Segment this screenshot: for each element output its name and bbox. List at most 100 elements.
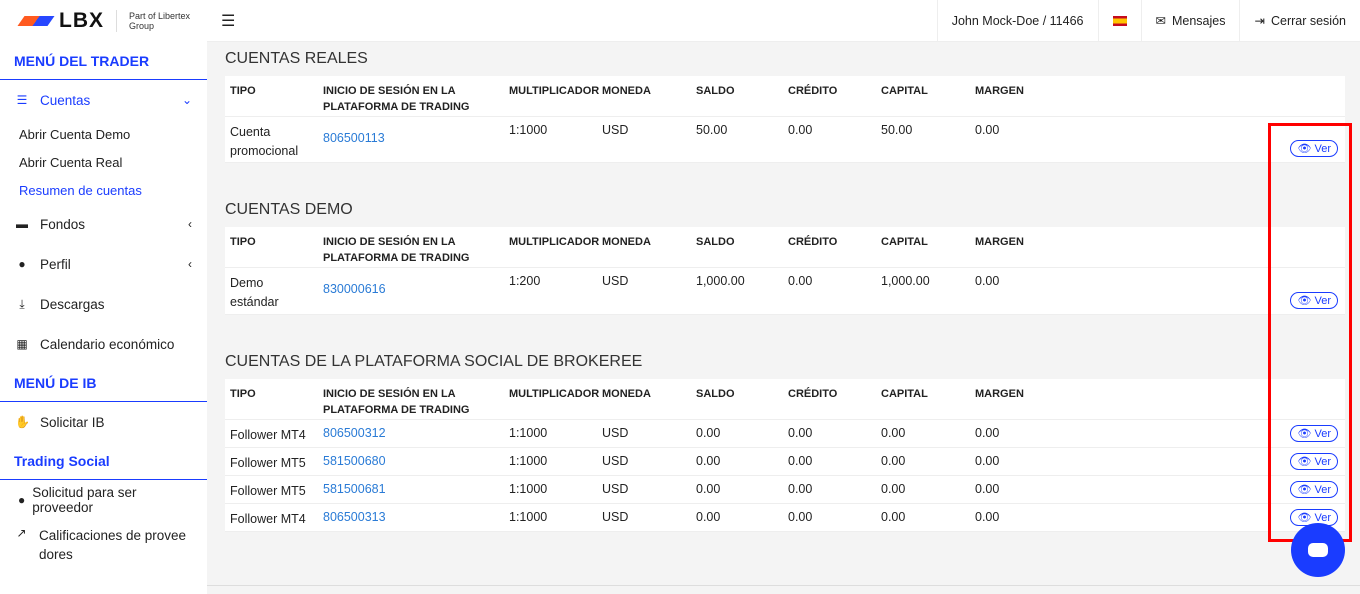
logout-label: Cerrar sesión (1270, 13, 1346, 28)
view-button[interactable]: 👁 Ver (1290, 292, 1338, 309)
footer-divider (207, 585, 1360, 586)
table-cell: Follower MT5 (230, 484, 306, 498)
envelope-icon: ✉ (1155, 14, 1166, 28)
view-button[interactable]: 👁 Ver (1290, 453, 1338, 470)
view-label: Ver (1314, 428, 1331, 440)
column-header: INICIO DE SESIÓN EN LA PLATAFORMA DE TRA… (323, 236, 470, 264)
sidebar-sub-abrir-real[interactable]: Abrir Cuenta Real (0, 148, 207, 176)
column-header: SALDO (696, 388, 735, 400)
accounts-table: TIPO INICIO DE SESIÓN EN LA PLATAFORMA DE… (225, 227, 1345, 315)
table-cell: USD (602, 510, 629, 524)
view-button[interactable]: 👁 Ver (1290, 425, 1338, 442)
logout-link[interactable]: ⇥ Cerrar sesión (1239, 0, 1360, 41)
sidebar-item-proveedor[interactable]: ● Solicitud para ser proveedor (0, 480, 207, 520)
sidebar-item-label: Fondos (40, 216, 86, 232)
table-cell: 0.00 (881, 426, 906, 440)
sidebar-item-calendario[interactable]: ▦ Calendario económico (0, 324, 207, 364)
chat-button[interactable] (1291, 523, 1345, 577)
logo[interactable]: LBX Part of Libertex Group (0, 0, 207, 42)
sidebar-item-label: Descargas (40, 296, 105, 312)
table-header: TIPO INICIO DE SESIÓN EN LA PLATAFORMA DE… (225, 227, 1345, 268)
table-cell: 1:1000 (509, 454, 548, 468)
logo-divider (116, 10, 117, 32)
account-login-link[interactable]: 806500312 (318, 420, 504, 447)
account-login-link[interactable]: 830000616 (318, 268, 504, 314)
download-icon: ⤓ (19, 296, 25, 311)
sidebar-sub-resumen[interactable]: Resumen de cuentas (0, 176, 207, 204)
logo-brand: LBX (59, 9, 104, 32)
chevron-down-icon: ⌄ (181, 93, 192, 107)
spain-flag-icon (1112, 15, 1127, 26)
section-title: CUENTAS REALES (225, 50, 368, 67)
table-cell: 0.00 (788, 426, 813, 440)
table-row: Follower MT5 581500680 1:1000 USD 0.00 0.00 0.… (225, 448, 1345, 476)
table-cell: USD (602, 454, 629, 468)
user-info[interactable]: John Mock-Doe / 11466 (936, 0, 1098, 41)
column-header: CRÉDITO (788, 388, 838, 400)
user-icon: ● (18, 257, 26, 271)
messages-label: Mensajes (1171, 13, 1226, 28)
calendar-icon: ▦ (16, 337, 28, 351)
account-login-link[interactable]: 581500681 (318, 476, 504, 503)
sidebar-item-label: Cuentas (40, 92, 91, 108)
eye-icon: 👁 (1297, 143, 1312, 155)
wallet-icon: ▬ (16, 217, 28, 231)
chat-icon (1308, 543, 1328, 557)
sidebar-item-perfil[interactable]: ● Perfil ‹ (0, 244, 207, 284)
table-cell: 0.00 (788, 510, 813, 524)
table-cell: 1:1000 (509, 510, 548, 524)
account-login-link[interactable]: 581500680 (318, 448, 504, 475)
column-header: TIPO (230, 85, 256, 97)
social-menu-title: Trading Social (0, 442, 207, 480)
sidebar-item-calificaciones[interactable]: ↗ Calificaciones de proveedores (0, 520, 207, 568)
column-header: MULTIPLICADOR (509, 85, 600, 97)
column-header: CAPITAL (881, 85, 928, 97)
table-cell: Follower MT4 (230, 512, 306, 526)
table-cell: 0.00 (788, 274, 813, 288)
table-cell: 1:1000 (509, 482, 548, 496)
column-header: MONEDA (602, 388, 651, 400)
account-login-link[interactable]: 806500113 (318, 117, 504, 162)
table-cell: 0.00 (788, 482, 813, 496)
table-header: TIPO INICIO DE SESIÓN EN LA PLATAFORMA DE… (225, 379, 1345, 420)
table-cell: 0.00 (881, 510, 906, 524)
sidebar-sub-abrir-demo[interactable]: Abrir Cuenta Demo (0, 120, 207, 148)
logo-mark-icon (17, 16, 55, 26)
column-header: SALDO (696, 236, 735, 248)
logo-tagline: Part of Libertex Group (129, 11, 191, 31)
sidebar-item-fondos[interactable]: ▬ Fondos ‹ (0, 204, 207, 244)
view-button[interactable]: 👁 Ver (1290, 140, 1338, 157)
language-selector[interactable] (1097, 0, 1141, 41)
hamburger-menu-icon[interactable]: ☰ (207, 11, 235, 31)
table-cell: 0.00 (975, 274, 1000, 288)
ib-menu-title: MENÚ DE IB (0, 364, 207, 402)
accounts-summary: CUENTAS REALES TIPO INICIO DE SESIÓN EN LA… (225, 42, 1345, 532)
column-header: CAPITAL (881, 236, 928, 248)
eye-icon: 👁 (1297, 428, 1312, 440)
column-header: MARGEN (975, 236, 1024, 248)
view-label: Ver (1314, 484, 1331, 496)
table-cell: 0.00 (696, 454, 721, 468)
account-login-link[interactable]: 806500313 (318, 504, 504, 531)
trader-menu-title: MENÚ DEL TRADER (0, 42, 207, 80)
messages-link[interactable]: ✉ Mensajes (1140, 0, 1240, 41)
eye-icon: 👁 (1297, 484, 1312, 496)
table-row: Follower MT5 581500681 1:1000 USD 0.00 0.00 0.… (225, 476, 1345, 504)
eye-icon: 👁 (1297, 456, 1312, 468)
sidebar-item-label: Calificaciones de proveedores (38, 528, 187, 562)
table-cell: Cuenta promocional (230, 125, 299, 158)
table-row: Follower MT4 806500312 1:1000 USD 0.00 0.00 0.… (225, 420, 1345, 448)
table-cell: 1:1000 (509, 426, 548, 440)
table-cell: 0.00 (696, 482, 721, 496)
view-button[interactable]: 👁 Ver (1290, 481, 1338, 498)
section-title: CUENTAS DEMO (225, 201, 353, 218)
table-cell: 0.00 (788, 454, 813, 468)
chevron-left-icon: ‹ (188, 217, 192, 231)
column-header: TIPO (230, 388, 256, 400)
table-cell: 0.00 (975, 454, 1000, 468)
sidebar-item-cuentas[interactable]: ☰ Cuentas ⌄ (0, 80, 207, 120)
sidebar-item-solicitar-ib[interactable]: ✋ Solicitar IB (0, 402, 207, 442)
table-cell: USD (602, 274, 629, 288)
sidebar-item-descargas[interactable]: ⤓ Descargas (0, 284, 207, 324)
column-header: INICIO DE SESIÓN EN LA PLATAFORMA DE TRA… (323, 85, 470, 113)
